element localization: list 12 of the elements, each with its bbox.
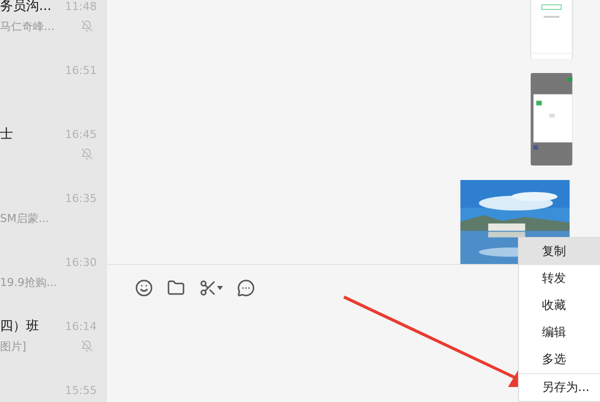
chat-preview: 图片]: [0, 338, 28, 354]
scissors-button[interactable]: [199, 279, 223, 297]
menu-item[interactable]: 复制: [519, 238, 600, 265]
chat-bubble-button[interactable]: [237, 279, 255, 297]
chat-preview: SM启蒙...: [0, 210, 50, 226]
folder-button[interactable]: [167, 279, 185, 297]
emoji-button[interactable]: [135, 279, 153, 297]
chat-title: 士: [0, 126, 14, 143]
chat-preview: 19.9抢购...: [0, 274, 58, 290]
chat-preview: 马仁奇峰...: [0, 18, 56, 34]
caret-icon: [217, 286, 223, 290]
chat-title: 四）班: [0, 318, 40, 335]
